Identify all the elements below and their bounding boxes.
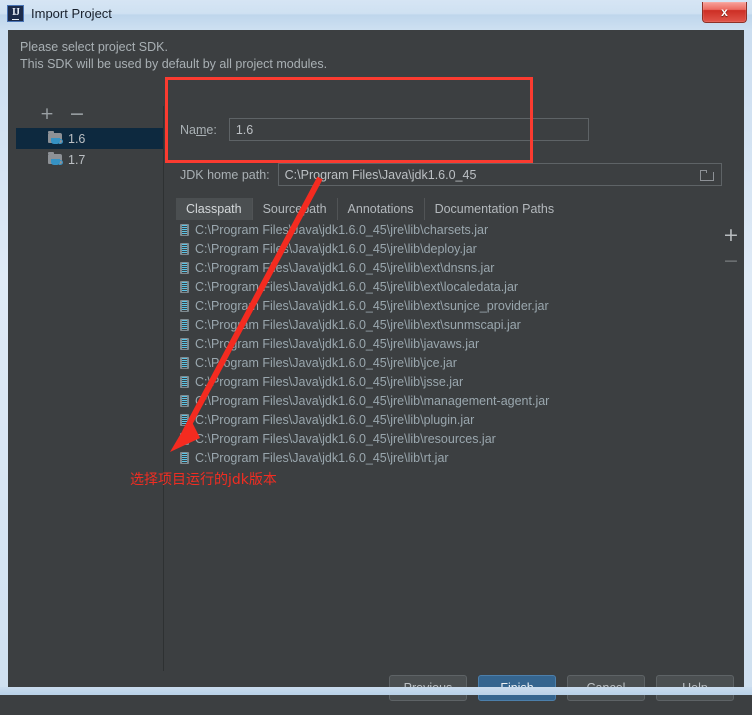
- jar-archive-icon: [180, 280, 189, 293]
- add-sdk-button[interactable]: +: [38, 106, 56, 124]
- jar-archive-icon: [180, 375, 189, 388]
- jar-archive-icon: [180, 413, 189, 426]
- sdk-tree-item-label: 1.7: [68, 152, 86, 167]
- jar-archive-icon: [180, 223, 189, 236]
- list-item[interactable]: C:\Program Files\Java\jdk1.6.0_45\jre\li…: [172, 315, 715, 334]
- remove-classpath-entry-button[interactable]: −: [720, 252, 742, 271]
- dialog-body: Please select project SDK. This SDK will…: [8, 30, 744, 701]
- name-field-row: Name: 1.6: [180, 118, 589, 141]
- remove-sdk-button[interactable]: −: [68, 105, 86, 124]
- intellij-idea-icon: IJ: [7, 5, 24, 22]
- list-item-label: C:\Program Files\Java\jdk1.6.0_45\jre\li…: [195, 355, 457, 370]
- tab-classpath[interactable]: Classpath: [176, 198, 253, 220]
- jar-archive-icon: [180, 394, 189, 407]
- list-item-label: C:\Program Files\Java\jdk1.6.0_45\jre\li…: [195, 336, 480, 351]
- list-item[interactable]: C:\Program Files\Java\jdk1.6.0_45\jre\li…: [172, 372, 715, 391]
- list-item-label: C:\Program Files\Java\jdk1.6.0_45\jre\li…: [195, 279, 519, 294]
- jar-archive-icon: [180, 261, 189, 274]
- list-item[interactable]: C:\Program Files\Java\jdk1.6.0_45\jre\li…: [172, 391, 715, 410]
- list-item[interactable]: C:\Program Files\Java\jdk1.6.0_45\jre\li…: [172, 410, 715, 429]
- list-item[interactable]: C:\Program Files\Java\jdk1.6.0_45\jre\li…: [172, 239, 715, 258]
- sdk-detail-tabs: Classpath Sourcepath Annotations Documen…: [176, 198, 564, 220]
- sidebar-item-jdk-1-7[interactable]: 1.7: [16, 149, 163, 170]
- list-item[interactable]: C:\Program Files\Java\jdk1.6.0_45\jre\li…: [172, 429, 715, 448]
- window-title: Import Project: [31, 6, 112, 21]
- list-item[interactable]: C:\Program Files\Java\jdk1.6.0_45\jre\li…: [172, 296, 715, 315]
- classpath-list[interactable]: C:\Program Files\Java\jdk1.6.0_45\jre\li…: [172, 220, 715, 668]
- jar-archive-icon: [180, 299, 189, 312]
- list-item-label: C:\Program Files\Java\jdk1.6.0_45\jre\li…: [195, 450, 449, 465]
- jdk-home-path-row: JDK home path: C:\Program Files\Java\jdk…: [180, 163, 722, 186]
- title-bar: IJ Import Project x: [0, 0, 752, 30]
- annotation-note-text: 选择项目运行的jdk版本: [130, 472, 277, 488]
- import-project-dialog: IJ Import Project x Please select projec…: [0, 0, 752, 701]
- jar-archive-icon: [180, 356, 189, 369]
- jar-archive-icon: [180, 318, 189, 331]
- tab-sourcepath[interactable]: Sourcepath: [253, 198, 338, 220]
- sdk-tree-toolbar: + −: [22, 105, 162, 126]
- list-item[interactable]: C:\Program Files\Java\jdk1.6.0_45\jre\li…: [172, 334, 715, 353]
- sidebar-item-jdk-1-6[interactable]: 1.6: [16, 128, 163, 149]
- jar-archive-icon: [180, 451, 189, 464]
- hint-line-1: Please select project SDK.: [20, 40, 168, 54]
- classpath-list-toolbar: + −: [720, 226, 744, 286]
- add-classpath-entry-button[interactable]: +: [720, 226, 742, 245]
- close-button[interactable]: x: [702, 2, 747, 23]
- list-item-label: C:\Program Files\Java\jdk1.6.0_45\jre\li…: [195, 412, 475, 427]
- list-item[interactable]: C:\Program Files\Java\jdk1.6.0_45\jre\li…: [172, 220, 715, 239]
- dialog-footer: Previous Finish Cancel Help: [8, 675, 744, 715]
- name-label: Name:: [180, 122, 217, 137]
- sdk-hint-text: Please select project SDK. This SDK will…: [20, 39, 327, 73]
- tab-annotations[interactable]: Annotations: [338, 198, 425, 220]
- list-item-label: C:\Program Files\Java\jdk1.6.0_45\jre\li…: [195, 317, 521, 332]
- jdk-home-path-input[interactable]: C:\Program Files\Java\jdk1.6.0_45: [277, 163, 722, 186]
- jdk-home-path-label: JDK home path:: [180, 167, 270, 182]
- jdk-home-path-value: C:\Program Files\Java\jdk1.6.0_45: [284, 167, 477, 182]
- jdk-folder-icon: [48, 131, 63, 145]
- window-bottom-frame: [0, 687, 752, 695]
- list-item-label: C:\Program Files\Java\jdk1.6.0_45\jre\li…: [195, 393, 550, 408]
- list-item[interactable]: C:\Program Files\Java\jdk1.6.0_45\jre\li…: [172, 258, 715, 277]
- jar-archive-icon: [180, 242, 189, 255]
- jar-archive-icon: [180, 337, 189, 350]
- tab-documentation-paths[interactable]: Documentation Paths: [425, 198, 565, 220]
- title-bar-left: IJ Import Project: [7, 5, 112, 22]
- list-item[interactable]: C:\Program Files\Java\jdk1.6.0_45\jre\li…: [172, 448, 715, 467]
- sdk-tree-item-label: 1.6: [68, 131, 86, 146]
- list-item-label: C:\Program Files\Java\jdk1.6.0_45\jre\li…: [195, 374, 464, 389]
- list-item-label: C:\Program Files\Java\jdk1.6.0_45\jre\li…: [195, 222, 489, 237]
- jar-archive-icon: [180, 432, 189, 445]
- sdk-name-input[interactable]: 1.6: [228, 118, 589, 141]
- list-item-label: C:\Program Files\Java\jdk1.6.0_45\jre\li…: [195, 431, 496, 446]
- list-item[interactable]: C:\Program Files\Java\jdk1.6.0_45\jre\li…: [172, 277, 715, 296]
- jdk-folder-icon: [48, 152, 63, 166]
- panel-divider: [163, 106, 164, 671]
- list-item-label: C:\Program Files\Java\jdk1.6.0_45\jre\li…: [195, 260, 495, 275]
- list-item-label: C:\Program Files\Java\jdk1.6.0_45\jre\li…: [195, 298, 549, 313]
- list-item[interactable]: C:\Program Files\Java\jdk1.6.0_45\jre\li…: [172, 353, 715, 372]
- hint-line-2: This SDK will be used by default by all …: [20, 57, 328, 71]
- sdk-tree: 1.6 1.7: [16, 128, 163, 668]
- list-item-label: C:\Program Files\Java\jdk1.6.0_45\jre\li…: [195, 241, 477, 256]
- folder-browse-icon[interactable]: [699, 169, 715, 181]
